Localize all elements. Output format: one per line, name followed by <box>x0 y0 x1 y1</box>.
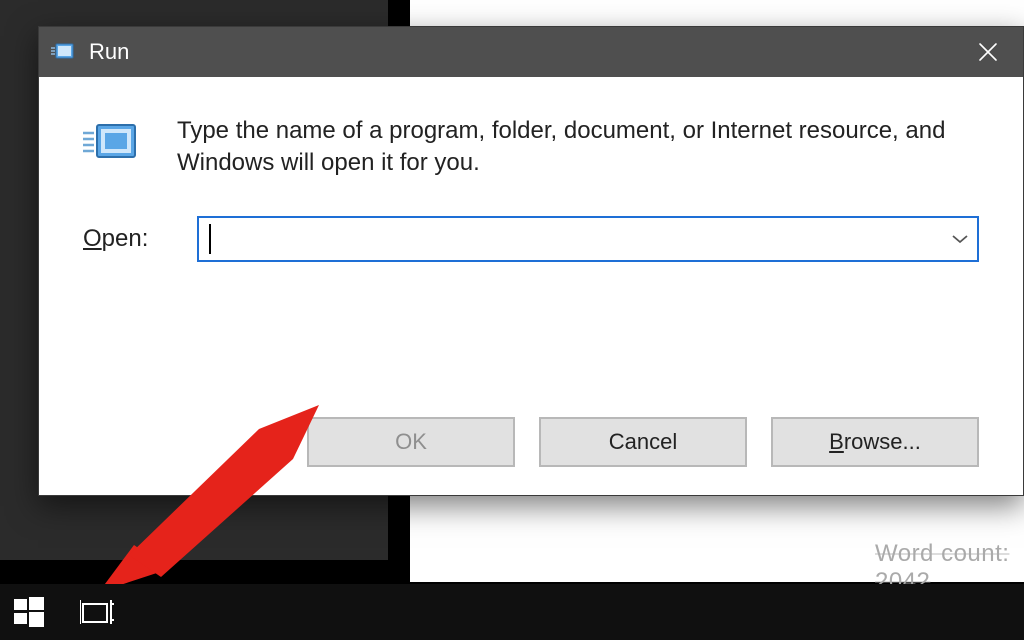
text-cursor <box>209 224 211 254</box>
open-input[interactable] <box>199 218 943 260</box>
taskbar[interactable] <box>0 584 1024 640</box>
chevron-down-icon[interactable] <box>943 233 977 245</box>
start-button[interactable] <box>14 597 44 627</box>
cancel-button-label: Cancel <box>609 429 677 455</box>
task-view-button[interactable] <box>80 598 114 626</box>
dialog-client-area: Type the name of a program, folder, docu… <box>39 77 1023 495</box>
close-icon <box>977 41 999 63</box>
browse-button[interactable]: Browse... <box>771 417 979 467</box>
browse-button-label: Browse... <box>829 429 921 455</box>
desktop-background: Word count: 2042 Run <box>0 0 1024 640</box>
task-view-icon <box>80 598 114 626</box>
open-combobox[interactable] <box>197 216 979 262</box>
ok-button-label: OK <box>395 429 427 455</box>
titlebar[interactable]: Run <box>39 27 1023 77</box>
ok-button[interactable]: OK <box>307 417 515 467</box>
run-icon <box>51 42 75 62</box>
window-title: Run <box>89 39 953 65</box>
run-large-icon <box>83 121 139 165</box>
close-button[interactable] <box>953 27 1023 77</box>
cancel-button[interactable]: Cancel <box>539 417 747 467</box>
dialog-button-row: OK Cancel Browse... <box>307 417 979 467</box>
open-label: Open: <box>83 225 169 253</box>
dialog-description: Type the name of a program, folder, docu… <box>177 115 977 180</box>
run-dialog-window: Run Type the name of a program, folder, <box>38 26 1024 496</box>
windows-logo-icon <box>14 597 44 627</box>
